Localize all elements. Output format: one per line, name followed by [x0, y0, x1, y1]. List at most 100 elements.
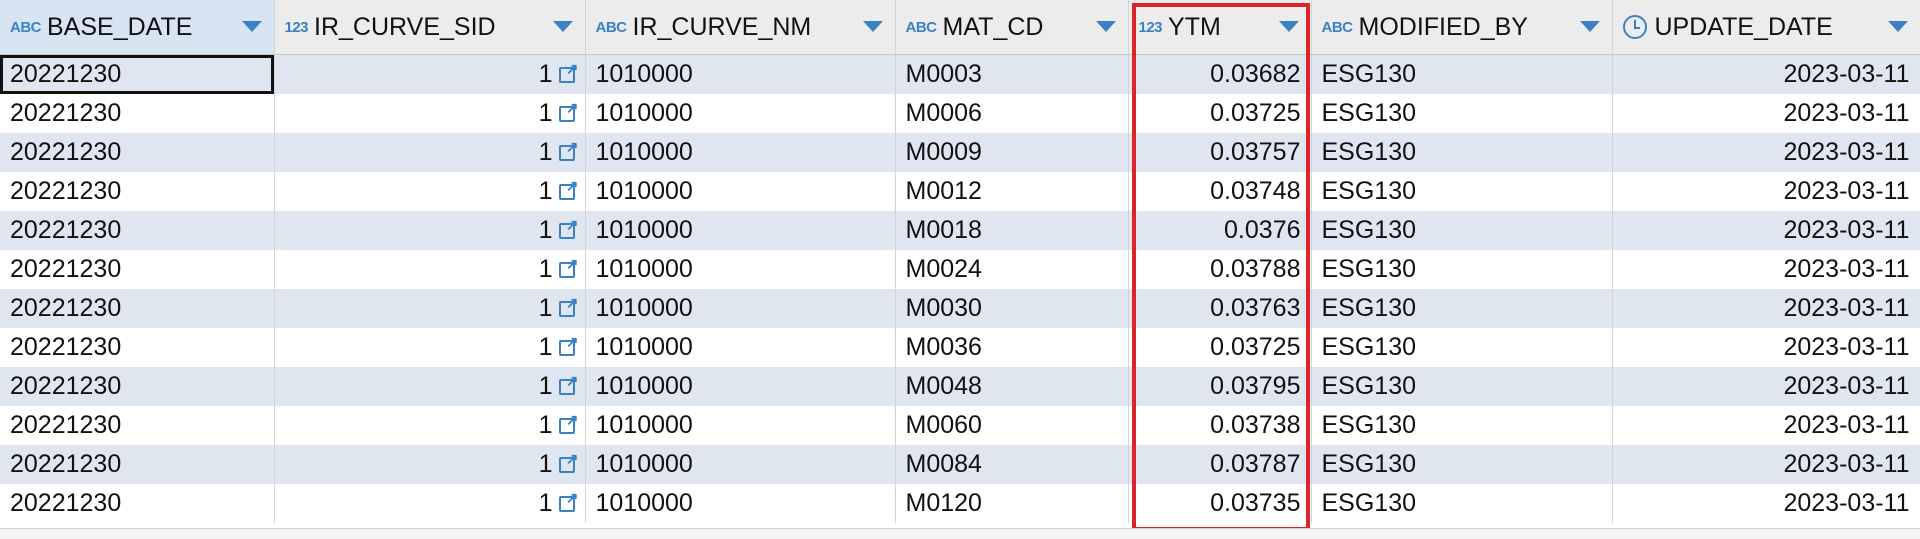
cell-ytm[interactable]: 0.03735: [1128, 483, 1312, 523]
chevron-down-icon[interactable]: [552, 21, 573, 32]
cell-modified-by[interactable]: ESG130: [1311, 171, 1613, 211]
cell-mat-cd[interactable]: M0018: [895, 210, 1129, 250]
cell-ir-curve-sid[interactable]: 1: [274, 483, 586, 523]
external-link-icon[interactable]: [558, 333, 578, 356]
chevron-down-icon[interactable]: [1887, 21, 1908, 32]
table-row[interactable]: 20221230 1 1010000 M0003 0.03682 ESG130 2023-0…: [0, 54, 1920, 94]
cell-update-date[interactable]: 2023-03-11: [1612, 171, 1920, 211]
cell-base-date[interactable]: 20221230: [0, 405, 275, 445]
cell-update-date[interactable]: 2023-03-11: [1612, 483, 1920, 523]
cell-ir-curve-nm[interactable]: 1010000: [585, 54, 896, 94]
cell-ytm[interactable]: 0.0376: [1128, 210, 1312, 250]
cell-ir-curve-sid[interactable]: 1: [274, 171, 586, 211]
column-header-base-date[interactable]: ABC BASE_DATE: [0, 0, 275, 55]
cell-update-date[interactable]: 2023-03-11: [1612, 54, 1920, 94]
cell-ir-curve-nm[interactable]: 1010000: [585, 171, 896, 211]
cell-ir-curve-sid[interactable]: 1: [274, 327, 586, 367]
external-link-icon[interactable]: [558, 489, 578, 512]
cell-update-date[interactable]: 2023-03-11: [1612, 327, 1920, 367]
column-header-update-date[interactable]: UPDATE_DATE: [1612, 0, 1920, 55]
column-header-modified-by[interactable]: ABC MODIFIED_BY: [1311, 0, 1613, 55]
cell-modified-by[interactable]: ESG130: [1311, 405, 1613, 445]
cell-ir-curve-nm[interactable]: 1010000: [585, 249, 896, 289]
cell-ytm[interactable]: 0.03725: [1128, 93, 1312, 133]
cell-mat-cd[interactable]: M0036: [895, 327, 1129, 367]
cell-ir-curve-nm[interactable]: 1010000: [585, 444, 896, 484]
cell-base-date[interactable]: 20221230: [0, 132, 275, 172]
cell-modified-by[interactable]: ESG130: [1311, 288, 1613, 328]
cell-mat-cd[interactable]: M0060: [895, 405, 1129, 445]
cell-base-date[interactable]: 20221230: [0, 171, 275, 211]
table-row[interactable]: 20221230 1 1010000 M0030 0.03763 ESG130 2023-0…: [0, 288, 1920, 328]
cell-ytm[interactable]: 0.03682: [1128, 54, 1312, 94]
cell-base-date[interactable]: 20221230: [0, 54, 275, 94]
column-header-mat-cd[interactable]: ABC MAT_CD: [895, 0, 1129, 55]
cell-ir-curve-sid[interactable]: 1: [274, 210, 586, 250]
table-row[interactable]: 20221230 1 1010000 M0120 0.03735 ESG130 2023-0…: [0, 483, 1920, 523]
external-link-icon[interactable]: [558, 372, 578, 395]
cell-mat-cd[interactable]: M0084: [895, 444, 1129, 484]
table-row[interactable]: 20221230 1 1010000 M0024 0.03788 ESG130 2023-0…: [0, 249, 1920, 289]
cell-mat-cd[interactable]: M0048: [895, 366, 1129, 406]
cell-ir-curve-nm[interactable]: 1010000: [585, 288, 896, 328]
cell-update-date[interactable]: 2023-03-11: [1612, 93, 1920, 133]
cell-ir-curve-nm[interactable]: 1010000: [585, 93, 896, 133]
table-row[interactable]: 20221230 1 1010000 M0036 0.03725 ESG130 2023-0…: [0, 327, 1920, 367]
cell-modified-by[interactable]: ESG130: [1311, 483, 1613, 523]
cell-ir-curve-sid[interactable]: 1: [274, 405, 586, 445]
table-row[interactable]: 20221230 1 1010000 M0009 0.03757 ESG130 2023-0…: [0, 132, 1920, 172]
cell-ytm[interactable]: 0.03738: [1128, 405, 1312, 445]
table-row[interactable]: 20221230 1 1010000 M0048 0.03795 ESG130 2023-0…: [0, 366, 1920, 406]
cell-ir-curve-nm[interactable]: 1010000: [585, 366, 896, 406]
cell-base-date[interactable]: 20221230: [0, 444, 275, 484]
cell-modified-by[interactable]: ESG130: [1311, 93, 1613, 133]
cell-ir-curve-nm[interactable]: 1010000: [585, 132, 896, 172]
cell-ir-curve-sid[interactable]: 1: [274, 54, 586, 94]
cell-ir-curve-nm[interactable]: 1010000: [585, 327, 896, 367]
cell-base-date[interactable]: 20221230: [0, 93, 275, 133]
cell-ytm[interactable]: 0.03788: [1128, 249, 1312, 289]
external-link-icon[interactable]: [558, 177, 578, 200]
cell-mat-cd[interactable]: M0024: [895, 249, 1129, 289]
cell-modified-by[interactable]: ESG130: [1311, 132, 1613, 172]
cell-modified-by[interactable]: ESG130: [1311, 249, 1613, 289]
cell-ir-curve-sid[interactable]: 1: [274, 444, 586, 484]
column-header-ir-curve-sid[interactable]: 123 IR_CURVE_SID: [274, 0, 586, 55]
column-header-ytm[interactable]: 123 YTM: [1128, 0, 1312, 55]
cell-modified-by[interactable]: ESG130: [1311, 366, 1613, 406]
cell-ytm[interactable]: 0.03763: [1128, 288, 1312, 328]
chevron-down-icon[interactable]: [1278, 21, 1299, 32]
cell-modified-by[interactable]: ESG130: [1311, 327, 1613, 367]
external-link-icon[interactable]: [558, 450, 578, 473]
cell-update-date[interactable]: 2023-03-11: [1612, 132, 1920, 172]
external-link-icon[interactable]: [558, 411, 578, 434]
cell-modified-by[interactable]: ESG130: [1311, 444, 1613, 484]
cell-ir-curve-sid[interactable]: 1: [274, 288, 586, 328]
cell-mat-cd[interactable]: M0120: [895, 483, 1129, 523]
chevron-down-icon[interactable]: [1095, 21, 1116, 32]
external-link-icon[interactable]: [558, 216, 578, 239]
cell-ir-curve-nm[interactable]: 1010000: [585, 210, 896, 250]
cell-ir-curve-nm[interactable]: 1010000: [585, 405, 896, 445]
cell-ir-curve-sid[interactable]: 1: [274, 93, 586, 133]
cell-update-date[interactable]: 2023-03-11: [1612, 405, 1920, 445]
cell-modified-by[interactable]: ESG130: [1311, 210, 1613, 250]
cell-base-date[interactable]: 20221230: [0, 483, 275, 523]
cell-mat-cd[interactable]: M0003: [895, 54, 1129, 94]
cell-ir-curve-sid[interactable]: 1: [274, 132, 586, 172]
external-link-icon[interactable]: [558, 294, 578, 317]
external-link-icon[interactable]: [558, 99, 578, 122]
cell-ir-curve-sid[interactable]: 1: [274, 366, 586, 406]
chevron-down-icon[interactable]: [241, 21, 262, 32]
cell-ir-curve-sid[interactable]: 1: [274, 249, 586, 289]
external-link-icon[interactable]: [558, 60, 578, 84]
cell-ytm[interactable]: 0.03795: [1128, 366, 1312, 406]
cell-ytm[interactable]: 0.03757: [1128, 132, 1312, 172]
cell-mat-cd[interactable]: M0030: [895, 288, 1129, 328]
cell-base-date[interactable]: 20221230: [0, 366, 275, 406]
external-link-icon[interactable]: [558, 255, 578, 278]
table-row[interactable]: 20221230 1 1010000 M0018 0.0376 ESG130 2023-03…: [0, 210, 1920, 250]
cell-mat-cd[interactable]: M0012: [895, 171, 1129, 211]
table-row[interactable]: 20221230 1 1010000 M0060 0.03738 ESG130 2023-0…: [0, 405, 1920, 445]
cell-base-date[interactable]: 20221230: [0, 327, 275, 367]
